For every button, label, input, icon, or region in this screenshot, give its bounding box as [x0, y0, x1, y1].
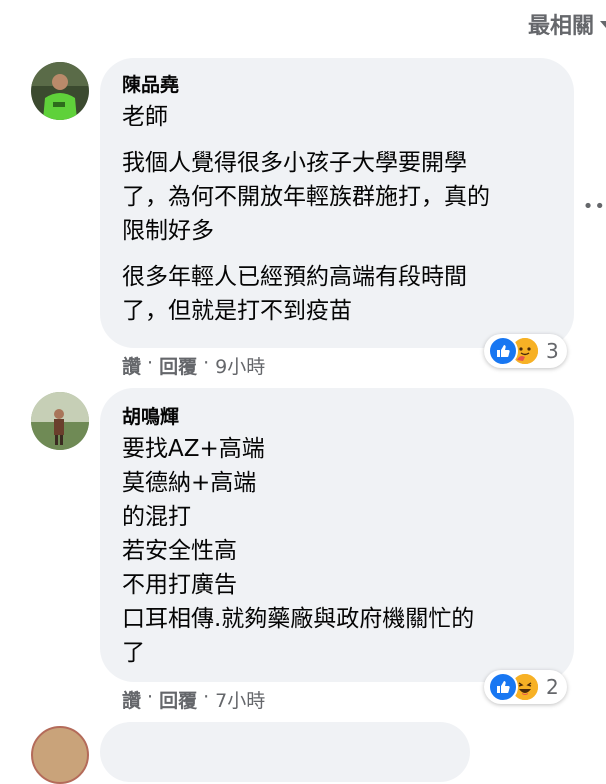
comment-author[interactable]: 胡鳴輝 [122, 404, 550, 430]
like-icon [488, 336, 518, 366]
comment-actions: 讚 · 回覆 · 9小時 [122, 352, 265, 379]
comment-timestamp[interactable]: 9小時 [215, 352, 265, 379]
avatar[interactable] [31, 726, 89, 784]
separator: · [147, 686, 154, 708]
comment-actions: 讚 · 回覆 · 7小時 [122, 686, 265, 713]
reaction-count: 2 [546, 675, 559, 699]
like-icon [488, 672, 518, 702]
like-link[interactable]: 讚 [122, 686, 141, 713]
reaction-summary[interactable]: 2 [484, 670, 567, 704]
comment-text: 很多年輕人已經預約高端有段時間 了，但就是打不到疫苗 [122, 264, 467, 324]
comment-bubble: 胡鳴輝 要找AZ+高端 莫德納+高端 的混打 若安全性高 不用打廣告 口耳相傳.… [100, 388, 574, 682]
more-options-icon[interactable]: •• [583, 196, 606, 217]
reply-link[interactable]: 回覆 [159, 352, 197, 379]
comment-timestamp[interactable]: 7小時 [215, 686, 265, 713]
separator: · [147, 352, 154, 374]
comment-text: 我個人覺得很多小孩子大學要開學 了，為何不開放年輕族群施打，真的 限制好多 [122, 150, 490, 244]
comment-author[interactable]: 陳品堯 [122, 72, 550, 98]
comment-bubble [100, 722, 470, 782]
caret-down-icon [600, 20, 606, 28]
comment-text: 要找AZ+高端 莫德納+高端 的混打 若安全性高 不用打廣告 口耳相傳.就夠藥廠… [122, 436, 475, 666]
avatar[interactable] [31, 392, 89, 450]
separator: · [203, 352, 210, 374]
comment-bubble: 陳品堯 老師 我個人覺得很多小孩子大學要開學 了，為何不開放年輕族群施打，真的 … [100, 58, 574, 348]
reaction-summary[interactable]: 3 [484, 334, 567, 368]
separator: · [203, 686, 210, 708]
comment-text: 老師 [122, 104, 168, 130]
reaction-count: 3 [546, 339, 559, 363]
reply-link[interactable]: 回覆 [159, 686, 197, 713]
like-link[interactable]: 讚 [122, 352, 141, 379]
sort-label: 最相關 [527, 14, 594, 39]
avatar[interactable] [31, 62, 89, 120]
comment-sort-dropdown[interactable]: 最相關 [528, 8, 606, 40]
